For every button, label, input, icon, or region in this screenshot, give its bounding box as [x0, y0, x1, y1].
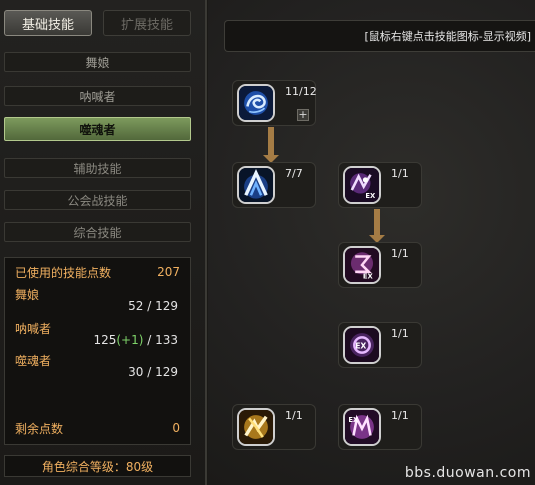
shouter-value-row: 125(+1) / 133	[15, 332, 180, 348]
wind-swirl-icon[interactable]	[237, 84, 275, 122]
used-points-value: 207	[157, 265, 180, 279]
tab-basic-skills[interactable]: 基础技能	[4, 10, 92, 36]
soul-value-row: 30 / 129	[15, 364, 180, 380]
dancer-value-row: 52 / 129	[15, 298, 180, 314]
skill-level: 1/1	[391, 409, 409, 422]
skill-slot: 1/1	[232, 404, 316, 450]
shouter-max-value: / 133	[143, 333, 178, 347]
ex-dance-icon[interactable]: EX	[343, 166, 381, 204]
skill-slot: EX 1/1	[338, 404, 422, 450]
remaining-points-label: 剩余点数	[15, 421, 64, 436]
ex-demon-icon[interactable]: EX	[343, 408, 381, 446]
shouter-points-value: 125(+1) / 133	[93, 333, 178, 347]
used-points-row: 已使用的技能点数 207	[15, 264, 180, 280]
skill-level: 1/1	[391, 167, 409, 180]
hint-text: [鼠标右键点击技能图标-显示视频]	[364, 30, 531, 43]
add-point-button[interactable]: +	[297, 109, 309, 121]
golden-burst-icon[interactable]	[237, 408, 275, 446]
character-level-bar: 角色综合等级：80级	[4, 455, 191, 477]
class-dancer-button[interactable]: 舞娘	[4, 52, 191, 72]
svg-text:EX: EX	[363, 273, 374, 281]
skill-level: 11/12	[285, 85, 317, 98]
skill-slot: EX 1/1	[338, 242, 422, 288]
hint-bar: [鼠标右键点击技能图标-显示视频]	[224, 20, 535, 52]
shouter-base-value: 125	[93, 333, 117, 347]
tab-extended-skills[interactable]: 扩展技能	[103, 10, 191, 36]
category-guild-war-button[interactable]: 公会战技能	[4, 190, 191, 210]
ex-orb-icon[interactable]: EX	[343, 326, 381, 364]
prerequisite-arrow	[369, 209, 385, 243]
category-support-button[interactable]: 辅助技能	[4, 158, 191, 178]
skill-level: 1/1	[391, 247, 409, 260]
svg-text:EX: EX	[365, 192, 376, 200]
skill-level: 1/1	[391, 327, 409, 340]
svg-text:EX: EX	[355, 341, 366, 350]
ex-pink-icon[interactable]: EX	[343, 246, 381, 284]
class-soul-eater-button[interactable]: 噬魂者	[4, 117, 191, 141]
blue-arch-icon[interactable]	[237, 166, 275, 204]
soul-eater-points-value: 30 / 129	[128, 365, 178, 379]
skill-slot: 11/12 +	[232, 80, 317, 126]
used-points-label: 已使用的技能点数	[15, 265, 112, 280]
skill-tree-panel: [鼠标右键点击技能图标-显示视频] 11/12 + 7/7 EX 1/1 EX …	[208, 0, 535, 485]
left-panel: 基础技能 扩展技能 舞娘 呐喊者 噬魂者 辅助技能 公会战技能 综合技能 已使用…	[0, 0, 207, 485]
prerequisite-arrow	[263, 127, 279, 163]
skill-slot: EX 1/1	[338, 322, 422, 368]
dancer-points-value: 52 / 129	[128, 299, 178, 313]
skill-level: 7/7	[285, 167, 303, 180]
remaining-points-value: 0	[172, 421, 180, 435]
skill-window: 基础技能 扩展技能 舞娘 呐喊者 噬魂者 辅助技能 公会战技能 综合技能 已使用…	[0, 0, 535, 485]
skill-level: 1/1	[285, 409, 303, 422]
class-shouter-button[interactable]: 呐喊者	[4, 86, 191, 106]
category-general-button[interactable]: 综合技能	[4, 222, 191, 242]
watermark-text: bbs.duowan.com	[404, 465, 531, 481]
svg-text:EX: EX	[348, 416, 359, 424]
skill-slot: 7/7	[232, 162, 316, 208]
skill-slot: EX 1/1	[338, 162, 422, 208]
skill-points-panel: 已使用的技能点数 207 舞娘 52 / 129 呐喊者 125(+1) / 1…	[4, 257, 191, 445]
shouter-bonus-value: (+1)	[116, 333, 144, 347]
remaining-row: 剩余点数 0	[15, 420, 180, 436]
